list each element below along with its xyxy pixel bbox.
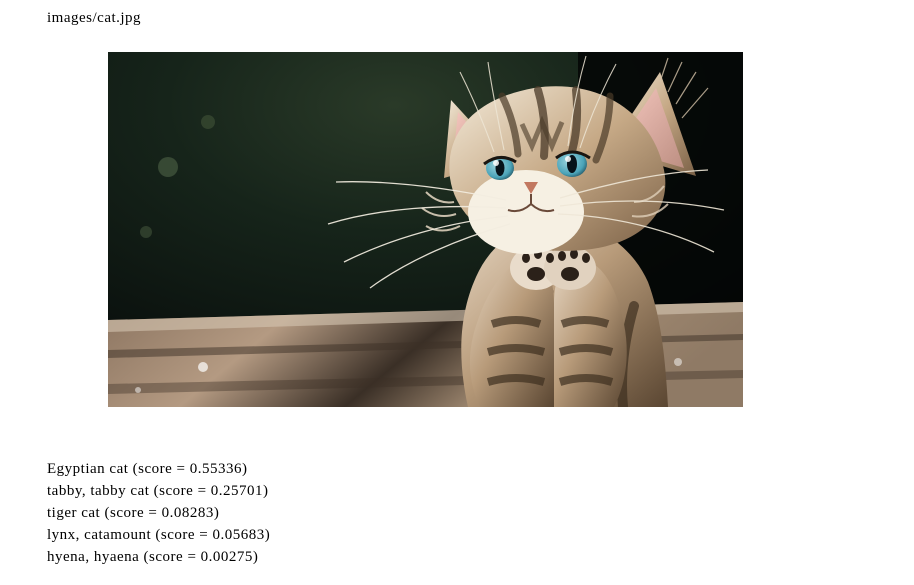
classification-results: Egyptian cat (score = 0.55336) tabby, ta… xyxy=(47,458,270,568)
cat-image-illustration xyxy=(108,52,743,407)
image-path-label: images/cat.jpg xyxy=(47,10,141,27)
result-line: hyena, hyaena (score = 0.00275) xyxy=(47,546,270,568)
result-line: tiger cat (score = 0.08283) xyxy=(47,502,270,524)
classified-image xyxy=(108,52,743,407)
result-line: lynx, catamount (score = 0.05683) xyxy=(47,524,270,546)
result-line: tabby, tabby cat (score = 0.25701) xyxy=(47,480,270,502)
result-line: Egyptian cat (score = 0.55336) xyxy=(47,458,270,480)
